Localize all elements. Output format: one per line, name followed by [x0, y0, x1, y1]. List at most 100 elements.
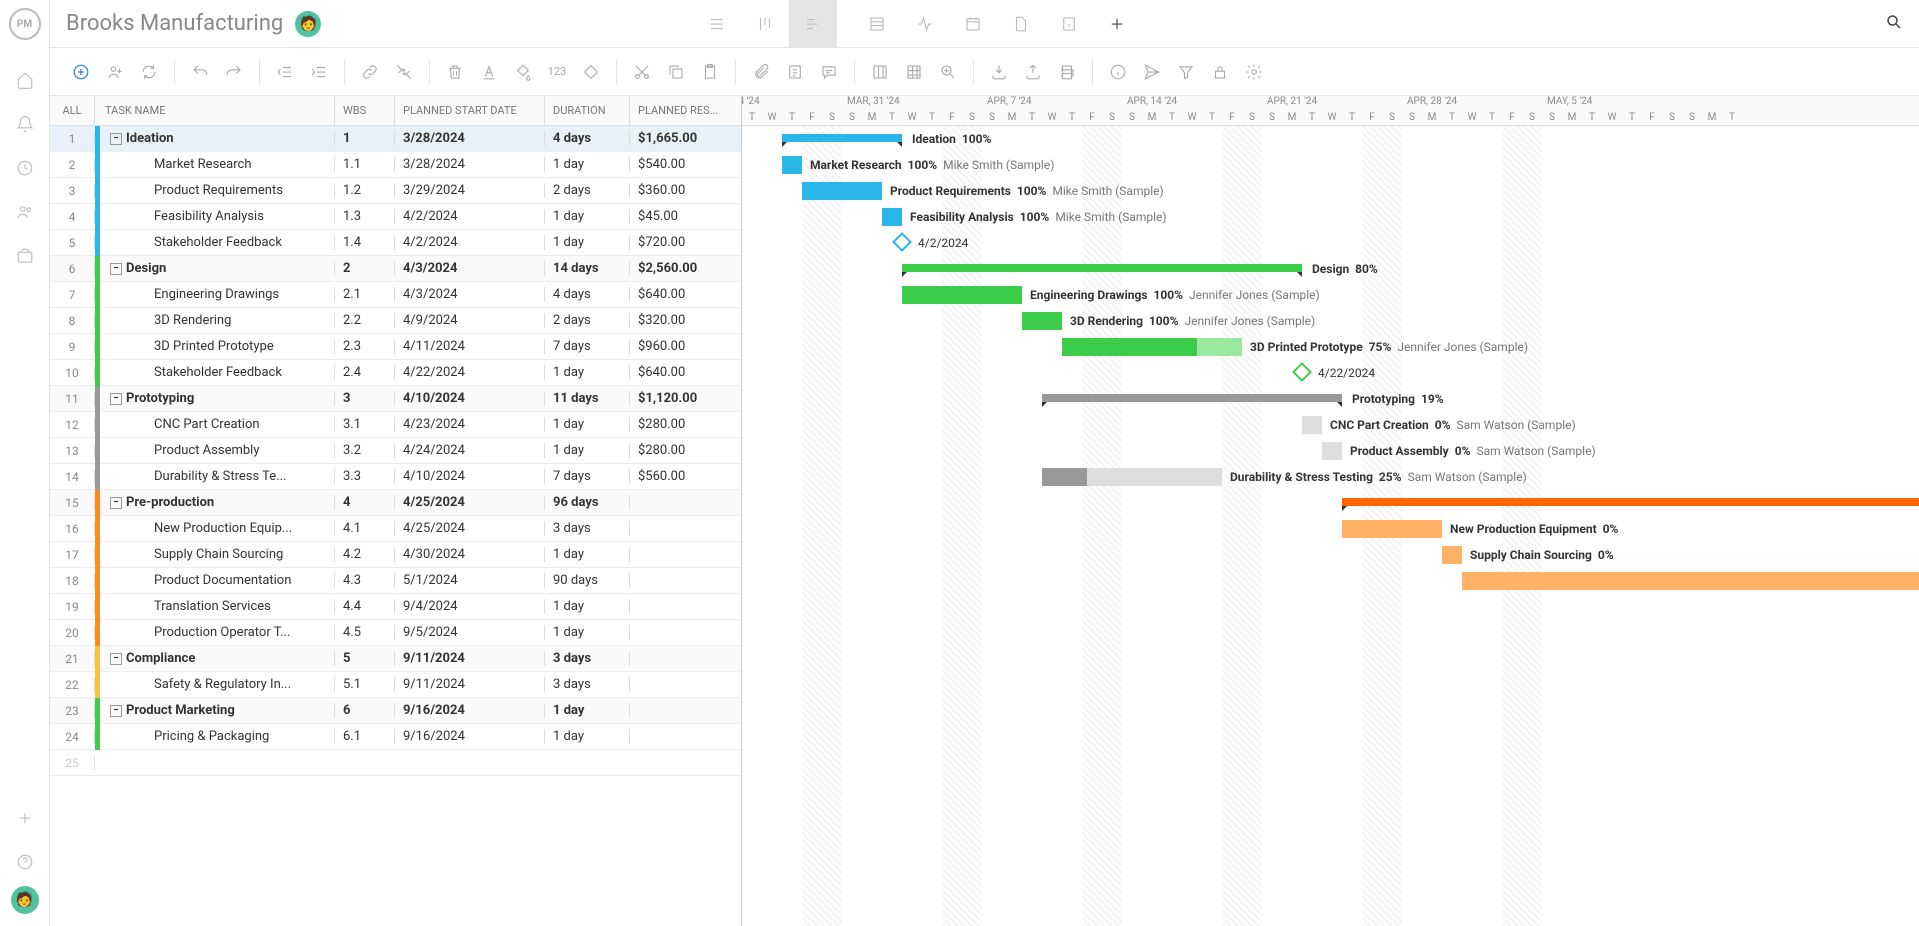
grid-icon[interactable]	[899, 57, 929, 87]
help-icon[interactable]	[5, 842, 45, 882]
delete-icon[interactable]	[440, 57, 470, 87]
col-name[interactable]: TASK NAME	[95, 96, 335, 125]
project-avatar[interactable]: 🧑	[295, 11, 321, 37]
gantt-task-bar[interactable]	[1062, 338, 1242, 356]
task-row[interactable]: 5Stakeholder Feedback1.44/2/20241 day$72…	[50, 230, 741, 256]
gantt-milestone[interactable]	[1292, 362, 1312, 382]
import-icon[interactable]	[984, 57, 1014, 87]
shape-icon[interactable]	[576, 57, 606, 87]
zoom-icon[interactable]	[933, 57, 963, 87]
view-board-icon[interactable]	[741, 0, 789, 48]
refresh-icon[interactable]	[134, 57, 164, 87]
col-all[interactable]: ALL	[50, 96, 95, 125]
task-row[interactable]: 7Engineering Drawings2.14/3/20244 days$6…	[50, 282, 741, 308]
clock-icon[interactable]	[5, 148, 45, 188]
bell-icon[interactable]	[5, 104, 45, 144]
task-row[interactable]: 20Production Operator T...4.59/5/20241 d…	[50, 620, 741, 646]
briefcase-icon[interactable]	[5, 236, 45, 276]
view-add-icon[interactable]	[1093, 0, 1141, 48]
collapse-icon[interactable]: −	[110, 653, 122, 665]
attach-icon[interactable]	[746, 57, 776, 87]
task-row[interactable]: 18Product Documentation4.35/1/202490 day…	[50, 568, 741, 594]
gantt-milestone[interactable]	[892, 232, 912, 252]
redo-icon[interactable]	[219, 57, 249, 87]
gantt-task-bar[interactable]	[1342, 520, 1442, 538]
task-row[interactable]: 22Safety & Regulatory In...5.19/11/20243…	[50, 672, 741, 698]
gantt-task-bar[interactable]	[1022, 312, 1062, 330]
gantt-summary-bar[interactable]	[782, 134, 902, 142]
task-row[interactable]: 12CNC Part Creation3.14/23/20241 day$280…	[50, 412, 741, 438]
cut-icon[interactable]	[627, 57, 657, 87]
send-icon[interactable]	[1137, 57, 1167, 87]
indent-icon[interactable]	[304, 57, 334, 87]
task-row[interactable]: 16New Production Equip...4.14/25/20243 d…	[50, 516, 741, 542]
collapse-icon[interactable]: −	[110, 497, 122, 509]
outdent-icon[interactable]	[270, 57, 300, 87]
task-row[interactable]: 1−Ideation13/28/20244 days$1,665.00	[50, 126, 741, 152]
note-icon[interactable]	[780, 57, 810, 87]
number-icon[interactable]: 123	[542, 57, 572, 87]
view-gantt-icon[interactable]	[789, 0, 837, 48]
unlink-icon[interactable]	[389, 57, 419, 87]
task-row[interactable]: 6−Design24/3/202414 days$2,560.00	[50, 256, 741, 282]
col-start[interactable]: PLANNED START DATE	[395, 96, 545, 125]
fill-icon[interactable]	[508, 57, 538, 87]
task-row[interactable]: 15−Pre-production44/25/202496 days	[50, 490, 741, 516]
add-task-button[interactable]	[66, 57, 96, 87]
task-row[interactable]: 13Product Assembly3.24/24/20241 day$280.…	[50, 438, 741, 464]
view-info-icon[interactable]	[1045, 0, 1093, 48]
app-logo[interactable]: PM	[9, 8, 41, 40]
gantt-task-bar[interactable]	[802, 182, 882, 200]
gantt-task-bar[interactable]	[1302, 416, 1322, 434]
undo-icon[interactable]	[185, 57, 215, 87]
view-file-icon[interactable]	[997, 0, 1045, 48]
collapse-icon[interactable]: −	[110, 263, 122, 275]
task-row[interactable]: 14Durability & Stress Te...3.34/10/20247…	[50, 464, 741, 490]
copy-icon[interactable]	[661, 57, 691, 87]
gantt-task-bar[interactable]	[1442, 546, 1462, 564]
task-row[interactable]: 23−Product Marketing69/16/20241 day	[50, 698, 741, 724]
export-icon[interactable]	[1018, 57, 1048, 87]
filter-icon[interactable]	[1171, 57, 1201, 87]
link-icon[interactable]	[355, 57, 385, 87]
lock-icon[interactable]	[1205, 57, 1235, 87]
text-color-icon[interactable]	[474, 57, 504, 87]
collapse-icon[interactable]: −	[110, 393, 122, 405]
collapse-icon[interactable]: −	[110, 133, 122, 145]
task-row[interactable]: 21−Compliance59/11/20243 days	[50, 646, 741, 672]
columns-icon[interactable]	[865, 57, 895, 87]
task-row[interactable]: 83D Rendering2.24/9/20242 days$320.00	[50, 308, 741, 334]
task-row[interactable]: 3Product Requirements1.23/29/20242 days$…	[50, 178, 741, 204]
paste-icon[interactable]	[695, 57, 725, 87]
task-row[interactable]: 11−Prototyping34/10/202411 days$1,120.00	[50, 386, 741, 412]
col-resource[interactable]: PLANNED RES...	[630, 96, 741, 125]
comment-icon[interactable]	[814, 57, 844, 87]
settings-icon[interactable]	[1239, 57, 1269, 87]
view-list-icon[interactable]	[693, 0, 741, 48]
task-row[interactable]: 10Stakeholder Feedback2.44/22/20241 day$…	[50, 360, 741, 386]
gantt-task-bar[interactable]	[1042, 468, 1222, 486]
user-avatar[interactable]: 🧑	[11, 886, 39, 914]
gantt-task-bar[interactable]	[1322, 442, 1342, 460]
gantt-summary-bar[interactable]	[1342, 498, 1919, 506]
col-wbs[interactable]: WBS	[335, 96, 395, 125]
gantt-task-bar[interactable]	[902, 286, 1022, 304]
gantt-summary-bar[interactable]	[902, 264, 1302, 272]
gantt-task-bar[interactable]	[782, 156, 802, 174]
task-row[interactable]: 24Pricing & Packaging6.19/16/20241 day	[50, 724, 741, 750]
view-activity-icon[interactable]	[901, 0, 949, 48]
task-row[interactable]: 93D Printed Prototype2.34/11/20247 days$…	[50, 334, 741, 360]
task-row[interactable]: 4Feasibility Analysis1.34/2/20241 day$45…	[50, 204, 741, 230]
col-duration[interactable]: DURATION	[545, 96, 630, 125]
print-icon[interactable]	[1052, 57, 1082, 87]
gantt-summary-bar[interactable]	[1042, 394, 1342, 402]
plus-icon[interactable]	[5, 798, 45, 838]
gantt-task-bar[interactable]	[1462, 572, 1919, 590]
collapse-icon[interactable]: −	[110, 705, 122, 717]
view-calendar-icon[interactable]	[949, 0, 997, 48]
people-icon[interactable]	[5, 192, 45, 232]
info-icon[interactable]	[1103, 57, 1133, 87]
assign-icon[interactable]	[100, 57, 130, 87]
home-icon[interactable]	[5, 60, 45, 100]
gantt-task-bar[interactable]	[882, 208, 902, 226]
